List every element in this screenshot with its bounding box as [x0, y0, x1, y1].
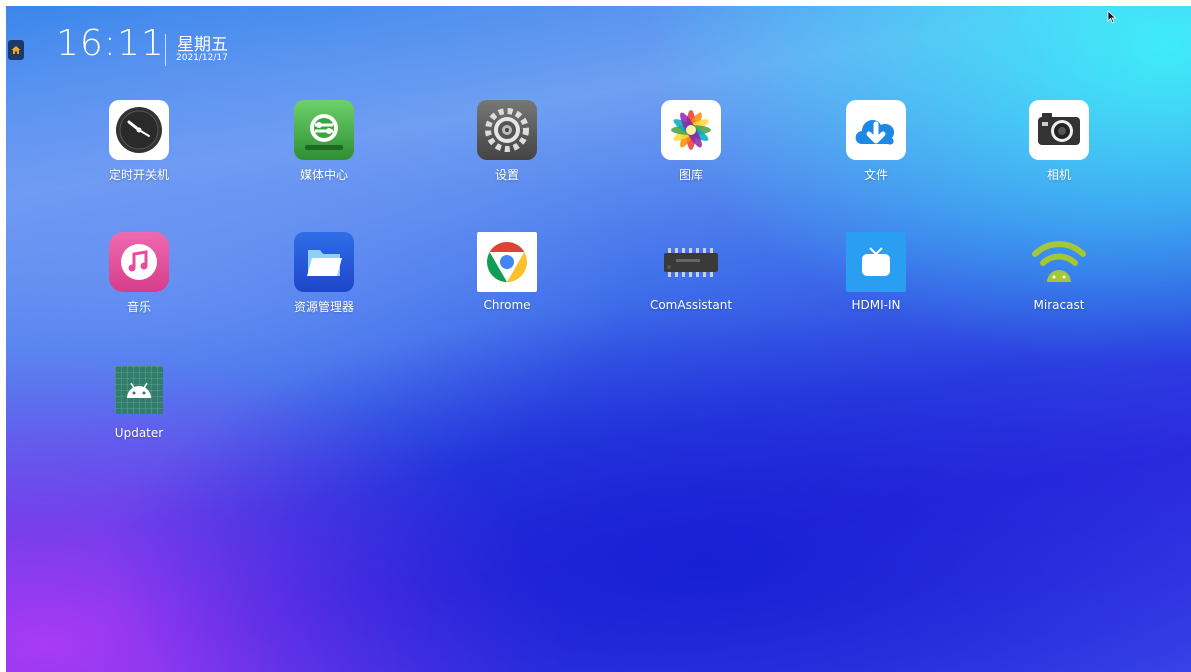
android-icon: [115, 366, 163, 414]
app-label: 相机: [1046, 168, 1071, 182]
folder-icon: [294, 232, 354, 292]
app-label: 图库: [678, 168, 703, 182]
weekday-label: 星期五: [177, 35, 228, 55]
app-label: Miracast: [1033, 298, 1085, 312]
home-button[interactable]: [8, 40, 24, 60]
app-label: 资源管理器: [293, 300, 354, 314]
app-label: 设置: [494, 168, 519, 182]
app-chrome[interactable]: Chrome: [447, 232, 567, 312]
app-label: Chrome: [483, 298, 531, 312]
chip-icon: [661, 232, 721, 292]
app-gallery[interactable]: 图库: [631, 100, 751, 183]
clock-icon: [109, 100, 169, 160]
app-miracast[interactable]: Miracast: [999, 232, 1119, 312]
clock-divider: [165, 34, 166, 66]
camera-icon: [1029, 100, 1089, 160]
cloud-download-icon: [846, 100, 906, 160]
app-label: 媒体中心: [299, 168, 348, 182]
home-icon: [11, 46, 21, 54]
app-label: 文件: [863, 168, 888, 182]
app-file-manager[interactable]: 资源管理器: [264, 232, 384, 315]
app-media-center[interactable]: 媒体中心: [264, 100, 384, 183]
settings-icon: [477, 100, 537, 160]
tv-icon: [846, 232, 906, 292]
app-music[interactable]: 音乐: [79, 232, 199, 315]
gallery-icon: [661, 100, 721, 160]
app-files[interactable]: 文件: [816, 100, 936, 183]
app-camera[interactable]: 相机: [999, 100, 1119, 183]
chrome-icon: [477, 232, 537, 292]
clock-time: 16:11: [56, 23, 165, 64]
app-label: ComAssistant: [649, 298, 733, 312]
mouse-cursor-icon: [1107, 10, 1117, 24]
app-timer-power[interactable]: 定时开关机: [79, 100, 199, 183]
media-center-icon: [294, 100, 354, 160]
app-label: HDMI-IN: [851, 298, 901, 312]
app-settings[interactable]: 设置: [447, 100, 567, 183]
app-updater[interactable]: Updater: [79, 366, 199, 440]
home-screen: 16:11 星期五 2021/12/17 定时开关机 媒体中心 设置 图库 文件…: [6, 6, 1191, 672]
app-label: Updater: [114, 426, 164, 440]
app-label: 音乐: [126, 300, 151, 314]
app-hdmi-in[interactable]: HDMI-IN: [816, 232, 936, 312]
date-label: 2021/12/17: [176, 53, 228, 63]
wifi-android-icon: [1029, 232, 1089, 292]
app-comassistant[interactable]: ComAssistant: [631, 232, 751, 312]
app-label: 定时开关机: [108, 168, 169, 182]
music-icon: [109, 232, 169, 292]
